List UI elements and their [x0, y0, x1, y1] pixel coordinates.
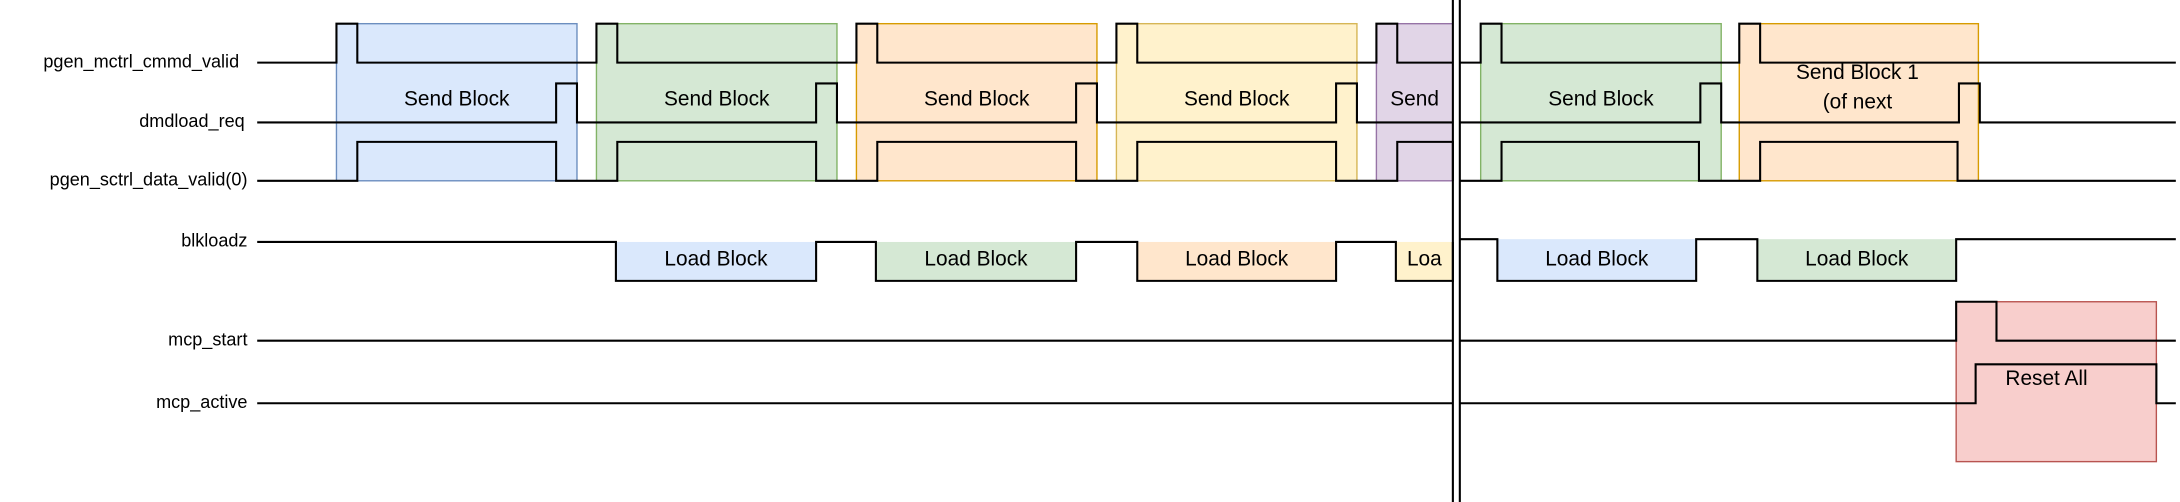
load-block-label: Load Block: [1185, 248, 1289, 271]
load-block-label: Load Block: [1545, 248, 1649, 271]
signal-label-blkloadz: blkloadz: [181, 231, 247, 251]
reset-block-label: Reset All: [2005, 367, 2087, 390]
send-block-label-line2: (of next: [1823, 90, 1893, 113]
send-block-label: Send Block: [404, 88, 510, 111]
load-block-label: Load Block: [924, 248, 1028, 271]
load-block-label: Load Block: [1805, 248, 1909, 271]
send-block-label: Send: [1390, 88, 1439, 111]
load-block-label: Loa: [1407, 248, 1442, 271]
send-block-label: Send Block: [664, 88, 770, 111]
send-block-label: Send Block: [924, 88, 1030, 111]
signal-label-dmdload-req: dmdload_req: [139, 111, 244, 132]
signal-label-sctrl-data-valid: pgen_sctrl_data_valid(0): [50, 170, 248, 191]
send-block-label: Send Block: [1548, 88, 1654, 111]
signal-labels: pgen_mctrl_cmmd_valid dmdload_req pgen_s…: [43, 51, 247, 413]
send-block-label: Send Block 1: [1796, 61, 1919, 84]
signal-label-mcp-active: mcp_active: [156, 392, 247, 413]
signal-label-mcp-start: mcp_start: [168, 329, 247, 350]
time-break-marker: [1451, 0, 1461, 502]
send-block-label: Send Block: [1184, 88, 1290, 111]
load-block-label: Load Block: [664, 248, 768, 271]
signal-label-cmmd-valid: pgen_mctrl_cmmd_valid: [43, 51, 239, 72]
timing-diagram: pgen_mctrl_cmmd_valid dmdload_req pgen_s…: [43, 0, 2176, 502]
